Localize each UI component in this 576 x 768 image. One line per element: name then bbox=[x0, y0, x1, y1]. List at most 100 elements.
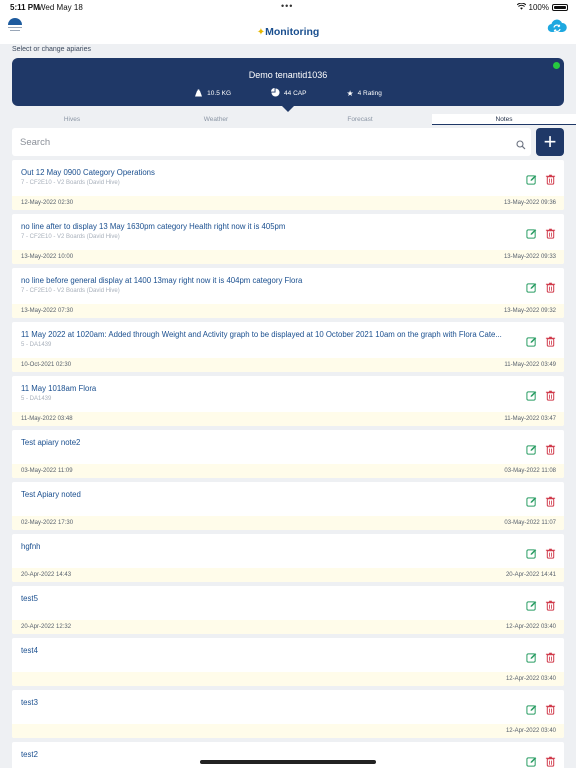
note-footer: 20-Apr-2022 12:32 12-Apr-2022 03:40 bbox=[12, 620, 564, 634]
edit-icon[interactable] bbox=[526, 650, 537, 663]
edit-icon[interactable] bbox=[526, 442, 537, 455]
wifi-icon bbox=[516, 2, 526, 12]
note-actions bbox=[526, 650, 556, 663]
tab-forecast[interactable]: Forecast bbox=[288, 114, 432, 125]
status-indicators: 100% bbox=[516, 2, 568, 12]
note-card[interactable]: no line after to display 13 May 1630pm c… bbox=[12, 214, 564, 264]
edit-icon[interactable] bbox=[526, 598, 537, 611]
note-title[interactable]: no line after to display 13 May 1630pm c… bbox=[21, 222, 521, 231]
search-row: + bbox=[12, 128, 564, 156]
tab-hives[interactable]: Hives bbox=[0, 114, 144, 125]
edit-icon[interactable] bbox=[526, 334, 537, 347]
note-hive-label: 7 - CF2E10 - V2 Boards (David Hive) bbox=[21, 234, 120, 240]
trash-icon[interactable] bbox=[545, 388, 556, 401]
note-hive-label: 5 - DA1439 bbox=[21, 342, 52, 348]
edit-icon[interactable] bbox=[526, 172, 537, 185]
note-actions bbox=[526, 598, 556, 611]
edit-icon[interactable] bbox=[526, 546, 537, 559]
note-title[interactable]: Test Apiary noted bbox=[21, 490, 521, 499]
status-time: 5:11 PM bbox=[10, 3, 40, 12]
note-footer: 12-Apr-2022 03:40 bbox=[12, 672, 564, 686]
note-actions bbox=[526, 172, 556, 185]
trash-icon[interactable] bbox=[545, 172, 556, 185]
note-title[interactable]: Out 12 May 0900 Category Operations bbox=[21, 168, 521, 177]
edit-icon[interactable] bbox=[526, 494, 537, 507]
trash-icon[interactable] bbox=[545, 546, 556, 559]
edit-icon[interactable] bbox=[526, 702, 537, 715]
note-date: 10-Oct-2021 02:30 bbox=[21, 362, 72, 368]
note-footer: 13-May-2022 07:30 13-May-2022 09:32 bbox=[12, 304, 564, 318]
cloud-sync-icon[interactable] bbox=[547, 18, 567, 33]
note-title[interactable]: Test apiary note2 bbox=[21, 438, 521, 447]
note-date: 20-Apr-2022 12:32 bbox=[21, 624, 72, 630]
note-card[interactable]: 11 May 2022 at 1020am: Added through Wei… bbox=[12, 322, 564, 372]
bee-logo-icon: ✦ bbox=[256, 27, 266, 38]
tab-weather[interactable]: Weather bbox=[144, 114, 288, 125]
note-created: 11-May-2022 03:49 bbox=[504, 362, 556, 368]
note-body: no line after to display 13 May 1630pm c… bbox=[12, 214, 564, 250]
note-card[interactable]: 11 May 1018am Flora 5 - DA1439 11-May-2022… bbox=[12, 376, 564, 426]
note-title[interactable]: hgfnh bbox=[21, 542, 521, 551]
note-card[interactable]: no line before general display at 1400 1… bbox=[12, 268, 564, 318]
trash-icon[interactable] bbox=[545, 442, 556, 455]
note-actions bbox=[526, 442, 556, 455]
edit-icon[interactable] bbox=[526, 388, 537, 401]
note-title[interactable]: test5 bbox=[21, 594, 521, 603]
trash-icon[interactable] bbox=[545, 226, 556, 239]
note-card[interactable]: test5 20-Apr-2022 12:32 12-Apr-2022 03:40 bbox=[12, 586, 564, 634]
capacity-value: 44 CAP bbox=[284, 90, 307, 97]
search-icon[interactable] bbox=[516, 137, 526, 150]
note-title[interactable]: 11 May 2022 at 1020am: Added through Wei… bbox=[21, 330, 521, 339]
note-card[interactable]: test3 12-Apr-2022 03:40 bbox=[12, 690, 564, 738]
note-footer: 10-Oct-2021 02:30 11-May-2022 03:49 bbox=[12, 358, 564, 372]
note-actions bbox=[526, 754, 556, 767]
note-title[interactable]: test4 bbox=[21, 646, 521, 655]
trash-icon[interactable] bbox=[545, 494, 556, 507]
note-body: test5 bbox=[12, 586, 564, 620]
note-footer: 02-May-2022 17:30 03-May-2022 11:07 bbox=[12, 516, 564, 530]
search-input[interactable] bbox=[20, 132, 500, 152]
note-date: 03-May-2022 11:09 bbox=[21, 468, 73, 474]
note-card[interactable]: test212-Apr-2022 03:40 bbox=[12, 742, 564, 768]
battery-percent: 100% bbox=[528, 3, 549, 12]
trash-icon[interactable] bbox=[545, 598, 556, 611]
note-title[interactable]: no line before general display at 1400 1… bbox=[21, 276, 521, 285]
note-created: 13-May-2022 09:33 bbox=[503, 254, 556, 260]
notes-list: Out 12 May 0900 Category Operations 7 - C… bbox=[12, 160, 564, 768]
apiary-stats: 10.5 KG 44 CAP ★ 4 Rating bbox=[12, 88, 564, 99]
note-date: 20-Apr-2022 14:43 bbox=[21, 572, 72, 578]
search-box bbox=[12, 128, 531, 156]
add-note-button[interactable]: + bbox=[536, 128, 564, 156]
note-date: 11-May-2022 03:48 bbox=[21, 416, 73, 422]
note-card[interactable]: Test Apiary noted 02-May-2022 17:30 03-May… bbox=[12, 482, 564, 530]
note-hive-label: 7 - CF2E10 - V2 Boards (David Hive) bbox=[21, 288, 120, 294]
tab-notes[interactable]: Notes bbox=[432, 114, 576, 125]
trash-icon[interactable] bbox=[545, 280, 556, 293]
note-body: test2 bbox=[12, 742, 564, 768]
edit-icon[interactable] bbox=[526, 226, 537, 239]
status-date: Wed May 18 bbox=[38, 3, 83, 12]
tab-bar: Hives Weather Forecast Notes bbox=[0, 114, 576, 125]
note-title[interactable]: test3 bbox=[21, 698, 521, 707]
home-indicator[interactable] bbox=[200, 760, 376, 764]
note-card[interactable]: Test apiary note2 03-May-2022 11:09 03-May… bbox=[12, 430, 564, 478]
rating-stat: ★ 4 Rating bbox=[346, 88, 381, 99]
apiary-card[interactable]: Demo tenantid1036 10.5 KG 44 CAP ★ 4 Rat… bbox=[12, 58, 564, 106]
note-body: test4 bbox=[12, 638, 564, 672]
note-date: 13-May-2022 10:00 bbox=[21, 254, 74, 260]
note-card[interactable]: hgfnh 20-Apr-2022 14:43 20-Apr-2022 14:41 bbox=[12, 534, 564, 582]
multitask-dots-icon[interactable]: ••• bbox=[281, 1, 293, 11]
edit-icon[interactable] bbox=[526, 754, 537, 767]
note-hive-label: 7 - CF2E10 - V2 Boards (David Hive) bbox=[21, 180, 120, 186]
note-card[interactable]: Out 12 May 0900 Category Operations 7 - C… bbox=[12, 160, 564, 210]
trash-icon[interactable] bbox=[545, 754, 556, 767]
edit-icon[interactable] bbox=[526, 280, 537, 293]
trash-icon[interactable] bbox=[545, 334, 556, 347]
note-card[interactable]: test4 12-Apr-2022 03:40 bbox=[12, 638, 564, 686]
trash-icon[interactable] bbox=[545, 650, 556, 663]
trash-icon[interactable] bbox=[545, 702, 556, 715]
note-title[interactable]: 11 May 1018am Flora bbox=[21, 384, 521, 393]
note-title[interactable]: test2 bbox=[21, 750, 521, 759]
page-title: ✦Monitoring bbox=[256, 26, 320, 38]
note-actions bbox=[526, 280, 556, 293]
